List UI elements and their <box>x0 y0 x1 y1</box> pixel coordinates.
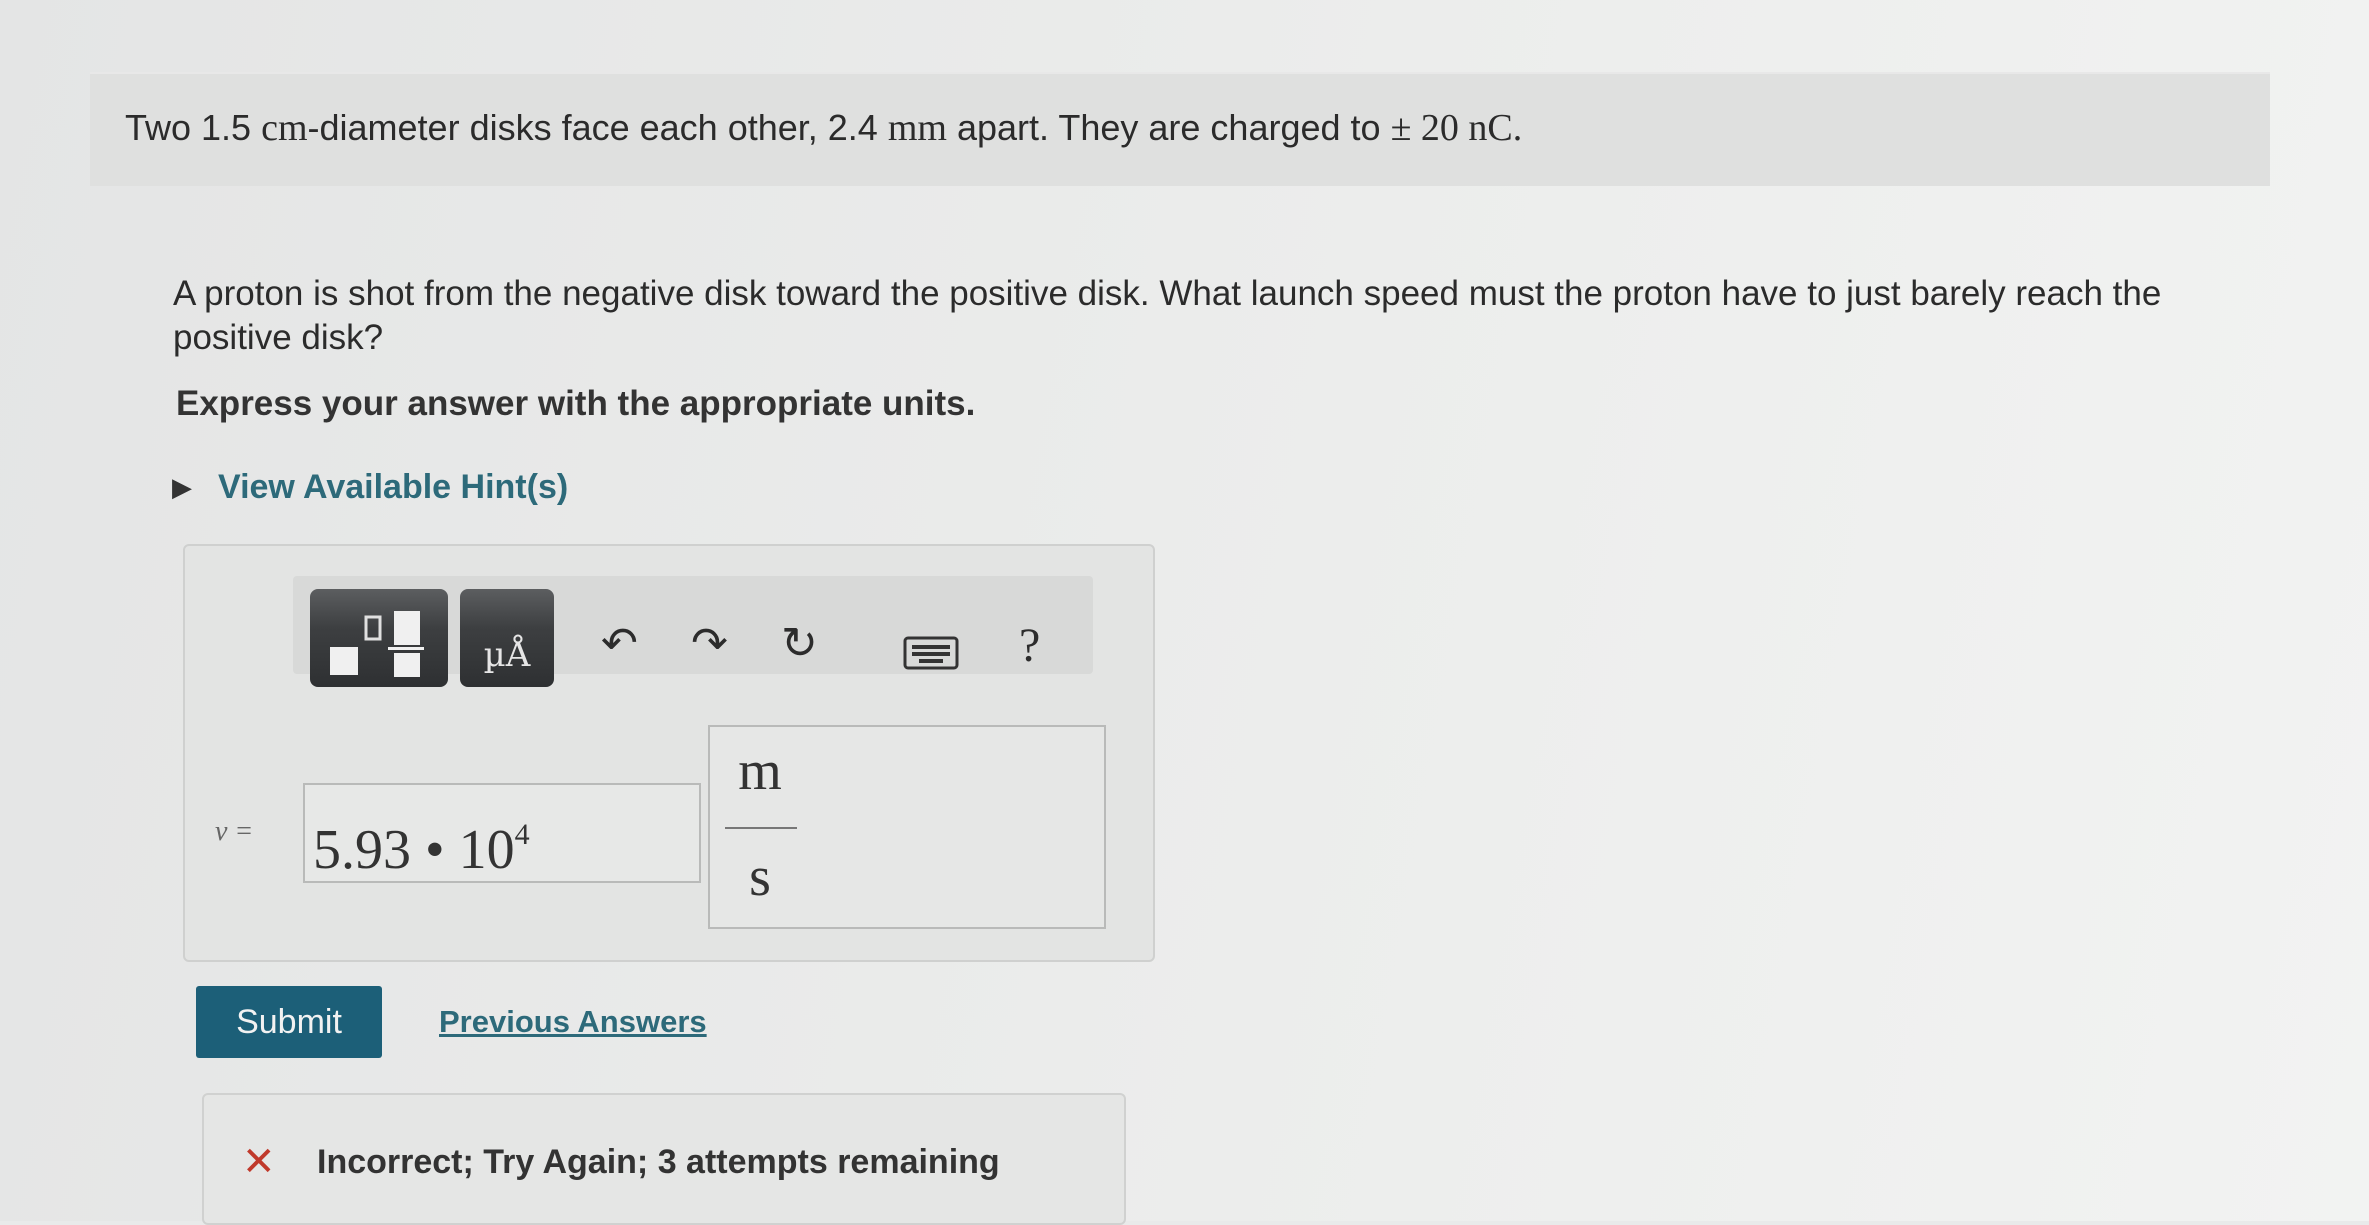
keyboard-icon[interactable] <box>903 630 959 681</box>
undo-icon[interactable]: ↶ <box>601 618 638 669</box>
unit-numerator: m <box>738 740 782 802</box>
submit-button[interactable]: Submit <box>196 986 382 1058</box>
redo-icon[interactable]: ↷ <box>691 618 728 669</box>
answer-exponent: 4 <box>514 818 530 851</box>
question-text: A proton is shot from the negative disk … <box>173 274 2162 357</box>
templates-button[interactable] <box>310 589 448 687</box>
view-hints-toggle[interactable]: ▶ View Available Hint(s) <box>172 468 568 507</box>
problem-intro: Two 1.5 cm-diameter disks face each othe… <box>125 107 1523 149</box>
fraction-template-icon <box>330 611 424 677</box>
feedback-box: ✕ Incorrect; Try Again; 3 attempts remai… <box>202 1093 1126 1225</box>
units-button[interactable]: µÅ <box>460 589 554 687</box>
previous-answers-link[interactable]: Previous Answers <box>439 1004 707 1040</box>
answer-instruction: Express your answer with the appropriate… <box>176 384 976 423</box>
unit-denominator: s <box>749 846 771 908</box>
answer-units-input[interactable]: m s <box>708 725 1106 929</box>
help-icon[interactable]: ? <box>1019 618 1040 673</box>
feedback-message: Incorrect; Try Again; 3 attempts remaini… <box>317 1143 1000 1181</box>
units-glyph: µÅ <box>483 635 531 675</box>
incorrect-x-icon: ✕ <box>242 1140 276 1184</box>
expand-triangle-icon: ▶ <box>172 472 192 502</box>
hint-label: View Available Hint(s) <box>218 468 569 506</box>
variable-label: v = <box>215 816 254 847</box>
unit-fraction-bar <box>725 827 797 829</box>
answer-value-input[interactable]: 5.93 • 104 <box>303 783 701 883</box>
answer-mantissa: 5.93 • 10 <box>313 819 515 881</box>
reset-icon[interactable]: ↻ <box>781 618 818 669</box>
answer-panel: µÅ ↶ ↷ ↻ ? v = 5.93 • 104 m s <box>183 544 1155 962</box>
